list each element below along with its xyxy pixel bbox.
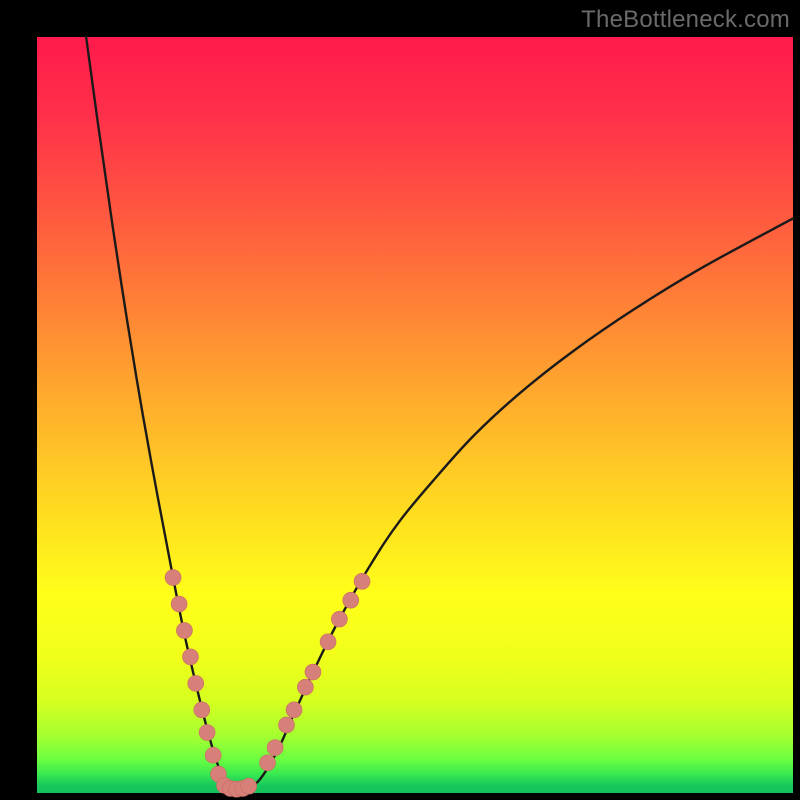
- curve-marker: [286, 702, 302, 718]
- curve-markers: [165, 570, 370, 798]
- curve-marker: [297, 679, 313, 695]
- curve-marker: [320, 634, 336, 650]
- curve-marker: [241, 778, 257, 794]
- plot-area: [37, 37, 793, 793]
- curve-marker: [343, 592, 359, 608]
- curve-marker: [305, 664, 321, 680]
- curve-marker: [331, 611, 347, 627]
- curve-marker: [199, 725, 215, 741]
- curve-marker: [194, 702, 210, 718]
- curve-marker: [278, 717, 294, 733]
- curve-marker: [205, 747, 221, 763]
- watermark-text: TheBottleneck.com: [581, 6, 790, 34]
- curve-marker: [171, 596, 187, 612]
- curve-marker: [267, 740, 283, 756]
- curve-marker: [182, 649, 198, 665]
- chart-frame: TheBottleneck.com: [0, 0, 800, 800]
- curve-layer: [37, 37, 793, 793]
- curve-marker: [260, 755, 276, 771]
- curve-marker: [176, 622, 192, 638]
- curve-marker: [354, 573, 370, 589]
- curve-marker: [188, 675, 204, 691]
- curve-marker: [165, 570, 181, 586]
